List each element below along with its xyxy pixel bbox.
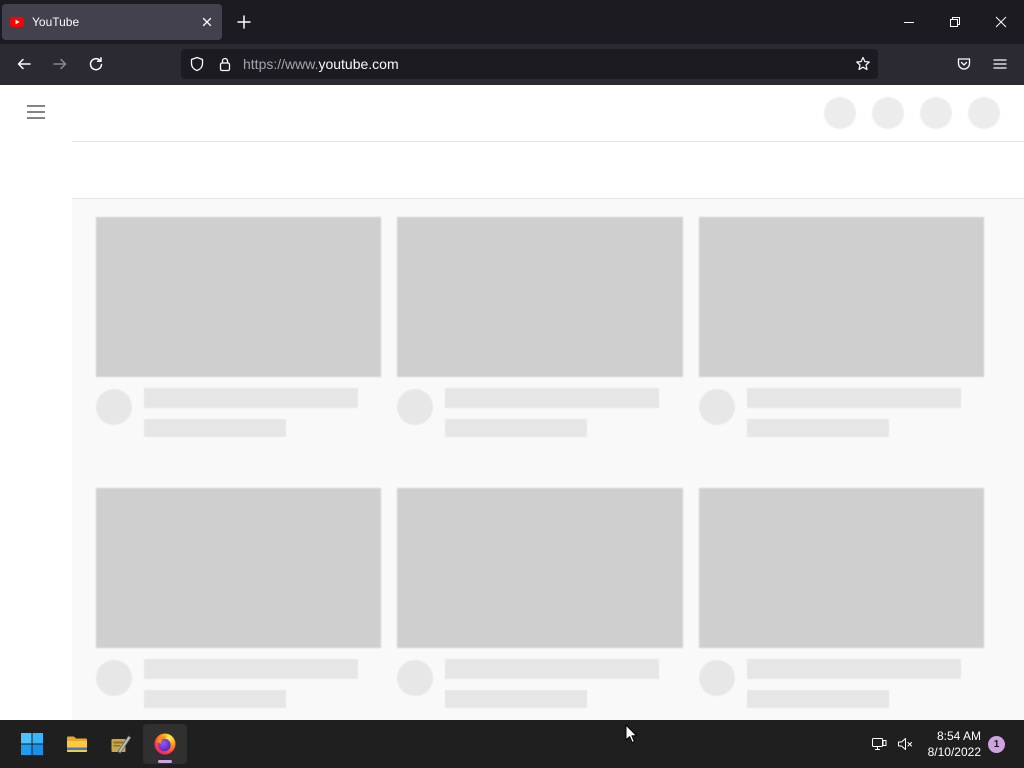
video-thumbnail-placeholder: [698, 488, 984, 648]
start-button[interactable]: [10, 724, 54, 764]
minimize-icon: [901, 14, 917, 30]
arrow-left-icon: [16, 56, 32, 72]
url-text[interactable]: https://www.youtube.com: [243, 56, 399, 72]
back-button[interactable]: [8, 48, 40, 80]
pocket-button[interactable]: [948, 48, 980, 80]
video-metadata-placeholder: [746, 690, 889, 708]
youtube-icon: [9, 14, 25, 30]
close-icon: [993, 14, 1009, 30]
pocket-icon: [956, 56, 972, 72]
video-metadata-placeholder: [445, 690, 588, 708]
url-prefix: https://www.: [243, 56, 319, 72]
hamburger-menu-icon: [20, 100, 52, 124]
video-metadata-placeholder: [144, 690, 286, 708]
tab-youtube[interactable]: YouTube: [2, 4, 222, 40]
address-bar[interactable]: https://www.youtube.com: [181, 49, 878, 79]
browser-tab-bar: YouTube: [0, 0, 1024, 44]
video-card-skeleton: [397, 488, 683, 720]
firefox-icon: [153, 732, 177, 756]
close-icon: [199, 14, 215, 30]
star-icon: [855, 56, 871, 72]
video-title-placeholder: [144, 659, 358, 679]
video-card-skeleton: [397, 217, 683, 488]
active-app-indicator: [158, 760, 172, 763]
taskbar-firefox[interactable]: [143, 724, 187, 764]
chip-bar-placeholder: [72, 142, 1024, 198]
video-thumbnail-placeholder: [96, 217, 382, 377]
taskbar-file-explorer[interactable]: [55, 724, 99, 764]
mouse-cursor: [625, 724, 638, 744]
video-title-placeholder: [144, 388, 358, 408]
video-thumbnail-placeholder: [698, 217, 984, 377]
windows-start-icon: [20, 732, 44, 756]
channel-avatar-placeholder: [397, 660, 434, 696]
system-tray-quick-settings[interactable]: [866, 724, 918, 764]
channel-avatar-placeholder: [96, 660, 132, 696]
reload-button[interactable]: [80, 48, 112, 80]
shield-icon[interactable]: [189, 56, 205, 72]
video-grid: [96, 217, 984, 720]
bookmark-button[interactable]: [849, 50, 877, 78]
channel-avatar-placeholder: [698, 660, 735, 696]
video-card-skeleton: [698, 488, 984, 720]
close-window-button[interactable]: [978, 0, 1024, 44]
plus-icon: [236, 14, 252, 30]
video-card-skeleton: [698, 217, 984, 488]
guide-menu-button[interactable]: [20, 100, 52, 124]
tab-title: YouTube: [32, 15, 80, 29]
header-action-placeholder: [968, 97, 1000, 129]
browser-toolbar: https://www.youtube.com: [0, 44, 1024, 85]
video-thumbnail-placeholder: [397, 217, 683, 377]
forward-button[interactable]: [44, 48, 76, 80]
channel-avatar-placeholder: [96, 389, 132, 425]
file-explorer-icon: [65, 732, 89, 756]
pen-tool-app-icon: [109, 732, 133, 756]
clock-time: 8:54 AM: [936, 729, 981, 743]
video-thumbnail-placeholder: [397, 488, 683, 648]
clock-date: 8/10/2022: [927, 745, 981, 759]
arrow-right-icon: [52, 56, 68, 72]
video-metadata-placeholder: [144, 419, 286, 437]
video-card-skeleton: [96, 217, 382, 488]
channel-avatar-placeholder: [397, 389, 434, 425]
url-domain: youtube.com: [318, 56, 399, 72]
youtube-page: [0, 85, 1024, 720]
restore-icon: [947, 14, 963, 30]
video-metadata-placeholder: [746, 419, 889, 437]
video-card-skeleton: [96, 488, 382, 720]
video-title-placeholder: [445, 659, 660, 679]
app-menu-button[interactable]: [984, 48, 1016, 80]
taskbar-pen-tool-app[interactable]: [99, 724, 143, 764]
video-title-placeholder: [445, 388, 660, 408]
close-tab-button[interactable]: [195, 10, 219, 34]
hamburger-menu-icon: [992, 56, 1008, 72]
speaker-muted-icon: [897, 736, 913, 752]
notification-count-badge[interactable]: 1: [988, 736, 1005, 753]
header-action-placeholder: [872, 97, 904, 129]
new-tab-button[interactable]: [230, 8, 258, 36]
header-action-placeholder: [824, 97, 856, 129]
video-thumbnail-placeholder: [96, 488, 382, 648]
minimize-window-button[interactable]: [886, 0, 932, 44]
taskbar-clock[interactable]: 8:54 AM 8/10/2022: [920, 724, 986, 764]
video-title-placeholder: [746, 659, 961, 679]
windows-taskbar: 8:54 AM 8/10/2022: [0, 720, 1024, 768]
video-metadata-placeholder: [445, 419, 588, 437]
video-title-placeholder: [746, 388, 961, 408]
ethernet-network-icon: [871, 736, 887, 752]
lock-icon[interactable]: [217, 56, 233, 72]
channel-avatar-placeholder: [698, 389, 735, 425]
reload-icon: [88, 56, 104, 72]
header-action-placeholder: [920, 97, 952, 129]
restore-window-button[interactable]: [932, 0, 978, 44]
